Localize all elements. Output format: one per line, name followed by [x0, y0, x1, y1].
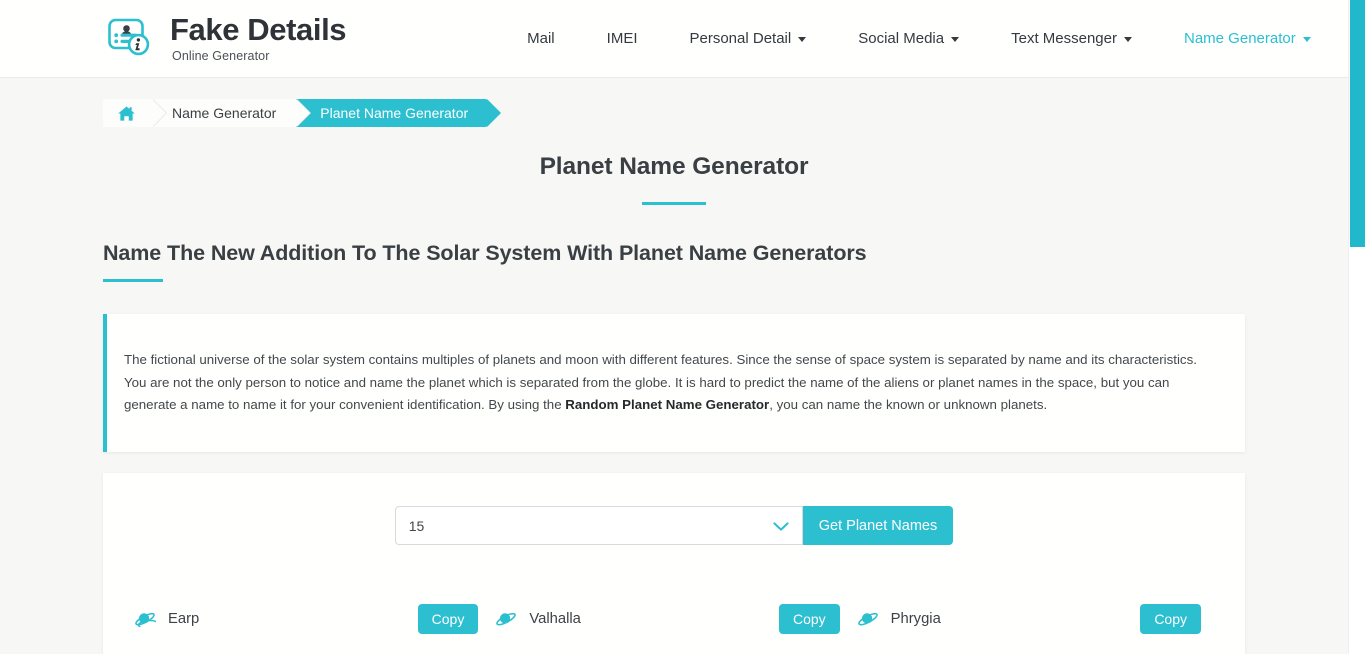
- page-title-block: Planet Name Generator: [0, 153, 1348, 205]
- planet-icon: [134, 608, 159, 630]
- result-item: Garibaldi Copy: [493, 646, 854, 654]
- nav-label: Mail: [527, 30, 555, 47]
- page-root: Fake Details Online Generator Mail IMEI …: [0, 0, 1365, 654]
- breadcrumb-label: Planet Name Generator: [320, 105, 469, 121]
- results-grid: Earp Copy Valhalla Copy Phrygia Copy: [103, 592, 1245, 654]
- result-item: Darkseid Copy: [855, 646, 1216, 654]
- main-navigation: Mail IMEI Personal Detail Social Media T…: [501, 20, 1337, 57]
- browser-viewport: Fake Details Online Generator Mail IMEI …: [0, 0, 1348, 654]
- chevron-down-icon: [1124, 37, 1132, 42]
- chevron-down-icon: [951, 37, 960, 42]
- result-label-group: Phrygia: [855, 608, 1141, 630]
- generator-form: 15 Get Planet Names: [103, 506, 1245, 546]
- nav-item-name-generator[interactable]: Name Generator: [1158, 20, 1337, 57]
- nav-item-mail[interactable]: Mail: [501, 20, 581, 57]
- intro-paragraph: The fictional universe of the solar syst…: [124, 349, 1215, 417]
- section-title: Name The New Addition To The Solar Syste…: [103, 241, 867, 265]
- result-label-group: Earp: [132, 608, 418, 630]
- nav-label: Text Messenger: [1011, 30, 1117, 47]
- result-label-group: Valhalla: [493, 608, 779, 630]
- breadcrumb: Name Generator Planet Name Generator: [103, 99, 1348, 127]
- intro-text-part2: , you can name the known or unknown plan…: [769, 397, 1048, 413]
- site-header: Fake Details Online Generator Mail IMEI …: [0, 0, 1348, 78]
- result-name: Earp: [168, 611, 200, 628]
- copy-button[interactable]: Copy: [1140, 604, 1201, 635]
- title-underline: [642, 202, 706, 205]
- nav-label: Social Media: [858, 30, 945, 47]
- nav-label: Personal Detail: [689, 30, 792, 47]
- intro-text-bold: Random Planet Name Generator: [565, 397, 770, 413]
- home-icon: [117, 105, 136, 122]
- nav-item-personal-detail[interactable]: Personal Detail: [664, 20, 833, 57]
- page-scrollbar[interactable]: [1348, 0, 1365, 654]
- nav-label: Name Generator: [1184, 30, 1296, 47]
- brand-subtitle: Online Generator: [172, 49, 270, 64]
- count-select-wrapper: 15: [394, 506, 803, 546]
- breadcrumb-item-name-generator[interactable]: Name Generator: [152, 99, 312, 127]
- copy-button[interactable]: Copy: [778, 604, 840, 635]
- scrollbar-thumb[interactable]: [1350, 0, 1365, 247]
- breadcrumb-home[interactable]: [103, 99, 167, 127]
- chevron-down-icon: [1302, 37, 1311, 42]
- nav-item-text-messenger[interactable]: Text Messenger: [985, 20, 1158, 57]
- result-item: Earp Copy: [132, 592, 493, 646]
- brand-text: Fake Details Online Generator: [170, 12, 347, 64]
- page-body: Name Generator Planet Name Generator Pla…: [0, 99, 1348, 654]
- chevron-down-icon: [798, 37, 807, 42]
- copy-button[interactable]: Copy: [417, 604, 479, 635]
- section-heading-block: Name The New Addition To The Solar Syste…: [103, 241, 1348, 282]
- planet-icon: [495, 608, 517, 630]
- breadcrumb-label: Name Generator: [172, 105, 277, 121]
- nav-label: IMEI: [606, 30, 638, 47]
- result-name: Phrygia: [890, 611, 941, 628]
- section-underline: [103, 279, 163, 282]
- nav-item-imei[interactable]: IMEI: [581, 20, 664, 57]
- nav-item-social-media[interactable]: Social Media: [832, 20, 985, 57]
- result-name: Valhalla: [529, 611, 581, 628]
- count-select[interactable]: 15: [394, 506, 803, 546]
- brand-logo[interactable]: Fake Details Online Generator: [103, 11, 347, 67]
- breadcrumb-item-planet-name-generator: Planet Name Generator: [296, 99, 501, 127]
- brand-title: Fake Details: [170, 12, 347, 48]
- intro-card: The fictional universe of the solar syst…: [103, 314, 1245, 453]
- get-planet-names-button[interactable]: Get Planet Names: [802, 506, 954, 546]
- result-item: Beza Copy: [132, 646, 493, 654]
- result-item: Valhalla Copy: [493, 592, 854, 646]
- planet-icon: [857, 608, 879, 630]
- result-item: Phrygia Copy: [855, 592, 1216, 646]
- generator-card: 15 Get Planet Names Earp Copy Valhalla C…: [103, 473, 1245, 654]
- id-card-info-icon: [103, 11, 159, 67]
- page-title: Planet Name Generator: [539, 153, 809, 180]
